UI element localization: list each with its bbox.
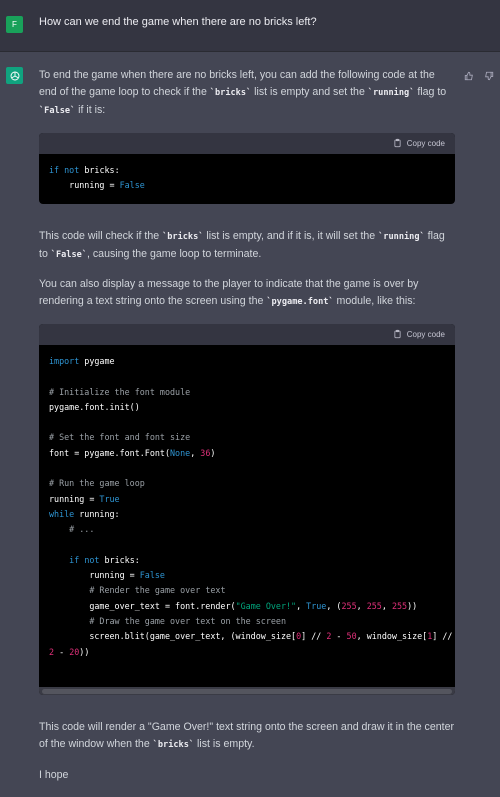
inline-code: `running` xyxy=(378,232,425,242)
scrollbar-thumb[interactable] xyxy=(42,689,452,694)
text-span: flag to xyxy=(414,86,447,98)
text-span: list is empty. xyxy=(194,738,255,750)
clipboard-icon xyxy=(394,329,401,339)
inline-code: `running` xyxy=(367,88,415,98)
code-block-header: Copy code xyxy=(39,133,455,154)
inline-code: `pygame.font` xyxy=(266,297,334,307)
user-message-row: F How can we end the game when there are… xyxy=(0,0,500,52)
horizontal-scrollbar[interactable] xyxy=(39,687,455,695)
text-span: , causing the game loop to terminate. xyxy=(87,248,262,260)
code-content: if not bricks: running = False xyxy=(49,165,145,191)
thumbs-up-icon[interactable] xyxy=(464,68,474,81)
code-block-2: Copy code import pygame # Initialize the… xyxy=(39,324,455,695)
inline-code: `bricks` xyxy=(162,232,204,242)
assistant-paragraph-4: This code will render a "Game Over!" tex… xyxy=(39,719,455,754)
text-span: list is empty and set the xyxy=(251,86,368,98)
inline-code: `bricks` xyxy=(209,88,252,98)
clipboard-icon xyxy=(394,138,401,148)
text-span: if it is: xyxy=(75,104,106,116)
thumbs-down-icon[interactable] xyxy=(484,68,494,81)
inline-code: `False` xyxy=(39,106,76,116)
code-block-1: Copy code if not bricks: running = False xyxy=(39,133,455,204)
user-avatar: F xyxy=(6,16,23,33)
assistant-paragraph-3: You can also display a message to the pl… xyxy=(39,276,455,311)
text-span: This code will check if the xyxy=(39,230,163,242)
copy-code-button[interactable]: Copy code xyxy=(393,138,445,148)
code-block-header: Copy code xyxy=(39,324,455,345)
text-span: list is empty, and if it is, it will set… xyxy=(203,230,379,242)
text-span: I hope xyxy=(39,769,69,781)
user-message-text: How can we end the game when there are n… xyxy=(39,16,317,28)
copy-code-button[interactable]: Copy code xyxy=(393,329,445,339)
openai-logo-icon xyxy=(6,67,23,84)
inline-code: `False` xyxy=(50,250,87,260)
code-content: import pygame # Initialize the font modu… xyxy=(49,356,453,657)
copy-code-label: Copy code xyxy=(406,329,445,339)
assistant-paragraph-5: I hope xyxy=(39,767,455,784)
assistant-paragraph-1: To end the game when there are no bricks… xyxy=(39,67,455,120)
inline-code: `bricks` xyxy=(152,740,195,750)
copy-code-label: Copy code xyxy=(406,138,445,148)
assistant-paragraph-2: This code will check if the `bricks` lis… xyxy=(39,228,455,264)
text-span: module, like this: xyxy=(333,295,416,307)
feedback-controls xyxy=(464,68,494,81)
